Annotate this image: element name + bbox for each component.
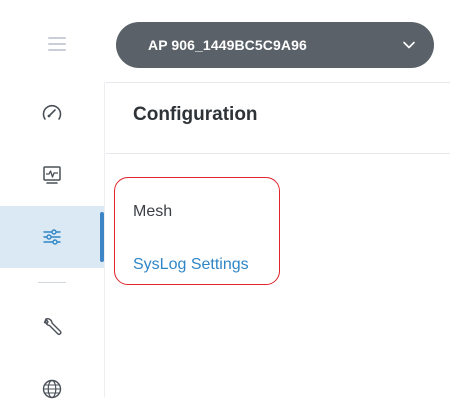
wrench-icon <box>43 318 62 335</box>
device-selector-label: AP 906_1449BC5C9A96 <box>148 37 307 53</box>
hamburger-menu-icon[interactable] <box>48 37 66 51</box>
active-indicator <box>100 212 104 262</box>
sidebar-item-tools[interactable] <box>0 296 104 358</box>
speedometer-icon <box>42 104 62 120</box>
sidebar <box>0 82 105 399</box>
device-selector[interactable]: AP 906_1449BC5C9A96 <box>116 22 434 68</box>
header-divider <box>106 82 450 83</box>
page-title: Configuration <box>133 104 258 125</box>
pulse-monitor-icon <box>43 166 61 184</box>
sliders-icon <box>43 229 61 245</box>
sidebar-divider <box>38 282 66 283</box>
menu-item-mesh[interactable]: Mesh <box>133 203 172 221</box>
globe-icon <box>42 379 62 399</box>
chevron-down-icon <box>403 41 415 49</box>
sidebar-item-network[interactable] <box>0 358 104 420</box>
menu-item-syslog-settings[interactable]: SysLog Settings <box>133 256 249 274</box>
sidebar-item-dashboard[interactable] <box>0 82 104 144</box>
title-divider <box>106 153 450 154</box>
sidebar-item-configuration[interactable] <box>0 206 104 268</box>
sidebar-item-monitoring[interactable] <box>0 144 104 206</box>
top-bar: AP 906_1449BC5C9A96 <box>0 0 450 82</box>
